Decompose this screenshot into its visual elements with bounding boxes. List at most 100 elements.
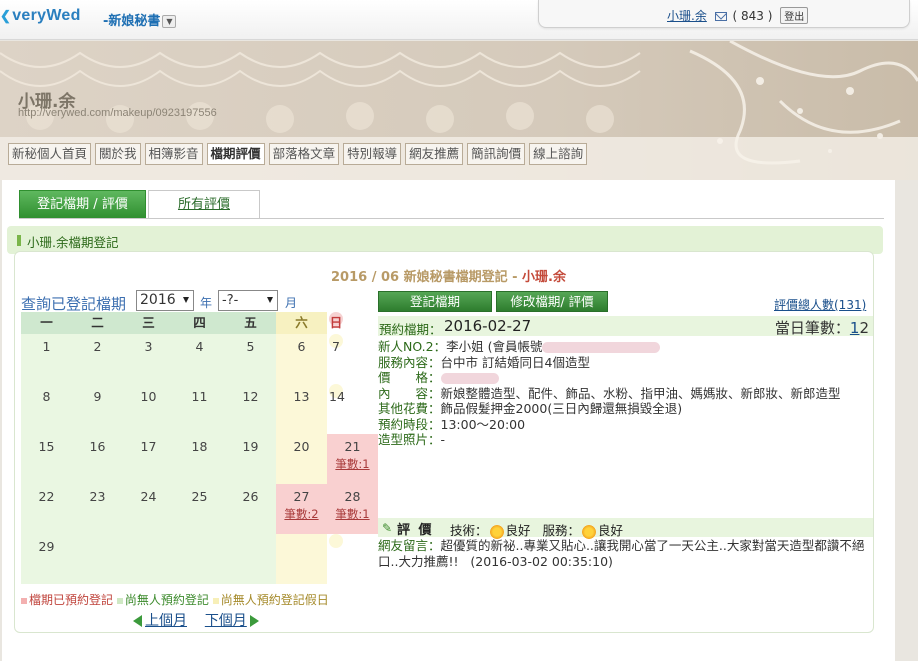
calendar-day[interactable]: 25	[174, 484, 225, 534]
nav-sms-quote[interactable]: 簡訊詢價	[467, 143, 526, 165]
booking-count-link[interactable]: 筆數:2	[276, 506, 327, 522]
logout-button[interactable]: 登出	[780, 7, 809, 24]
nav-consult[interactable]: 線上諮詢	[529, 143, 588, 165]
calendar-day-booked[interactable]: 27 筆數:2	[276, 484, 327, 534]
day-number: 2	[93, 339, 102, 354]
nav-report[interactable]: 特別報導	[343, 143, 402, 165]
booking-count-link[interactable]: 筆數:1	[327, 456, 378, 472]
calendar-day[interactable]: 11	[174, 384, 225, 434]
nav-home[interactable]: 新秘個人首頁	[8, 143, 92, 165]
nav-schedule[interactable]: 檔期評價	[206, 143, 265, 165]
next-month-link[interactable]: 下個月	[205, 613, 247, 629]
calendar-week: 22 23 24 25 26 27 筆數:2 28 筆數:1	[21, 484, 378, 534]
booking-count-link[interactable]: 筆數:1	[327, 506, 378, 522]
site-logo[interactable]: ❮veryWed	[0, 7, 81, 25]
day-number: 10	[140, 389, 157, 404]
chevron-down-icon	[267, 297, 273, 303]
register-schedule-button[interactable]: 登記檔期	[378, 291, 492, 312]
calendar-day[interactable]: 3	[123, 334, 174, 384]
day-number: 6	[297, 339, 306, 354]
sun-icon	[581, 524, 596, 539]
weekday-fri: 五	[225, 312, 276, 334]
month-value: -?-	[222, 293, 239, 308]
chevron-down-icon[interactable]: ▼	[162, 15, 177, 28]
calendar-day[interactable]: 22	[21, 484, 72, 534]
daily-count: 當日筆數：12	[775, 317, 869, 338]
calendar-day[interactable]: 8	[21, 384, 72, 434]
eval-count-link[interactable]: 評價總人數(131)	[774, 296, 866, 313]
calendar-day[interactable]: 6	[276, 334, 327, 384]
calendar-day[interactable]: 29	[21, 534, 72, 584]
triangle-right-icon[interactable]	[249, 615, 259, 627]
calendar-day[interactable]: 2	[72, 334, 123, 384]
calendar-day[interactable]: 7	[329, 334, 343, 354]
tab-divider	[19, 218, 884, 219]
nav-album[interactable]: 相簿影音	[144, 143, 203, 165]
nav-recommend[interactable]: 網友推薦	[405, 143, 464, 165]
calendar-week: 29	[21, 534, 378, 584]
month-select[interactable]: -?-	[218, 290, 278, 311]
calendar-day[interactable]: 23	[72, 484, 123, 534]
calendar-day[interactable]: 14	[329, 384, 345, 404]
service-selector[interactable]: -新娘秘書 ▼	[103, 10, 177, 29]
booking-detail: 預約檔期： 2016-02-27 當日筆數：12 新人NO.2：李小姐 (會員帳…	[378, 316, 873, 447]
evaluation-bar: ✎ 評 價 技術： 良好 服務： 良好	[378, 518, 873, 539]
photo-value: -	[440, 432, 446, 447]
calendar-day[interactable]: 13	[276, 384, 327, 434]
legend-free: 尚無人預約登記	[116, 593, 209, 607]
day-number: 25	[191, 489, 208, 504]
triangle-left-icon[interactable]	[133, 615, 142, 627]
profile-url[interactable]: http://verywed.com/makeup/0923197556	[18, 107, 217, 119]
nav-blog[interactable]: 部落格文章	[268, 143, 340, 165]
detail-content: 內 容：新娘整體造型、配件、飾品、水粉、指甲油、媽媽妝、新郎妝、新郎造型	[378, 383, 873, 401]
day-number: 24	[140, 489, 157, 504]
legend-holiday-label: 尚無人預約登記假日	[220, 593, 329, 607]
evaluation-ratings: 技術： 良好 服務： 良好	[450, 520, 623, 539]
calendar-day[interactable]: 20	[276, 434, 327, 484]
user-name-link[interactable]: 小珊.余	[667, 9, 707, 23]
tab-register[interactable]: 登記檔期 / 評價	[19, 190, 146, 218]
edit-schedule-button[interactable]: 修改檔期/ 評價	[496, 291, 608, 312]
calendar-day[interactable]: 4	[174, 334, 225, 384]
detail-other: 其他花費：飾品假髮押金2000(三日內歸還無損毀全退)	[378, 398, 873, 416]
calendar-day-booked[interactable]: 21 筆數:1	[327, 434, 378, 484]
calendar-day[interactable]: 24	[123, 484, 174, 534]
calendar-day[interactable]: 12	[225, 384, 276, 434]
calendar-day[interactable]: 10	[123, 384, 174, 434]
prev-month-link[interactable]: 上個月	[145, 613, 187, 629]
calendar-title-name: 小珊.余	[522, 270, 566, 285]
mail-icon[interactable]	[714, 12, 727, 21]
calendar-day[interactable]: 18	[174, 434, 225, 484]
comment-time: (2016-03-02 00:35:10)	[470, 554, 613, 569]
calendar-day[interactable]: 1	[21, 334, 72, 384]
tab-all-reviews[interactable]: 所有評價	[148, 190, 260, 218]
calendar-day[interactable]: 26	[225, 484, 276, 534]
calendar-empty-cell	[174, 534, 225, 584]
service-rating-value: 良好	[597, 523, 623, 538]
calendar-day[interactable]: 19	[225, 434, 276, 484]
calendar-day[interactable]: 16	[72, 434, 123, 484]
nav-about[interactable]: 關於我	[95, 143, 141, 165]
date-value: 2016-02-27	[444, 317, 532, 335]
day-number: 23	[89, 489, 106, 504]
calendar-week: 15 16 17 18 19 20 21 筆數:1	[21, 434, 378, 484]
calendar-title-prefix: 2016 / 06 新娘秘書檔期登記 -	[331, 270, 523, 285]
profile-nav: 新秘個人首頁 關於我 相簿影音 檔期評價 部落格文章 特別報導 網友推薦 簡訊詢…	[8, 143, 588, 165]
weekday-tue: 二	[72, 312, 123, 334]
query-label: 查詢已登記檔期	[21, 295, 127, 313]
logo-arrow-icon: ❮	[0, 8, 12, 23]
calendar-day[interactable]: 17	[123, 434, 174, 484]
year-select[interactable]: 2016	[136, 290, 194, 311]
calendar-day[interactable]: 5	[225, 334, 276, 384]
calendar-day[interactable]: 9	[72, 384, 123, 434]
day-number: 28	[344, 489, 361, 504]
user-comment: 網友留言：超優質的新祕..專業又貼心..讓我開心當了一天公主..大家對當天造型都…	[378, 538, 868, 570]
calendar-day[interactable]: 15	[21, 434, 72, 484]
month-unit: 月	[285, 296, 298, 310]
day-number: 14	[329, 389, 345, 404]
weekday-sun: 日	[329, 312, 343, 330]
calendar-day-booked[interactable]: 28 筆數:1	[327, 484, 378, 534]
calendar-empty-cell	[276, 534, 327, 584]
weekday-wed: 三	[123, 312, 174, 334]
day-number: 22	[38, 489, 55, 504]
